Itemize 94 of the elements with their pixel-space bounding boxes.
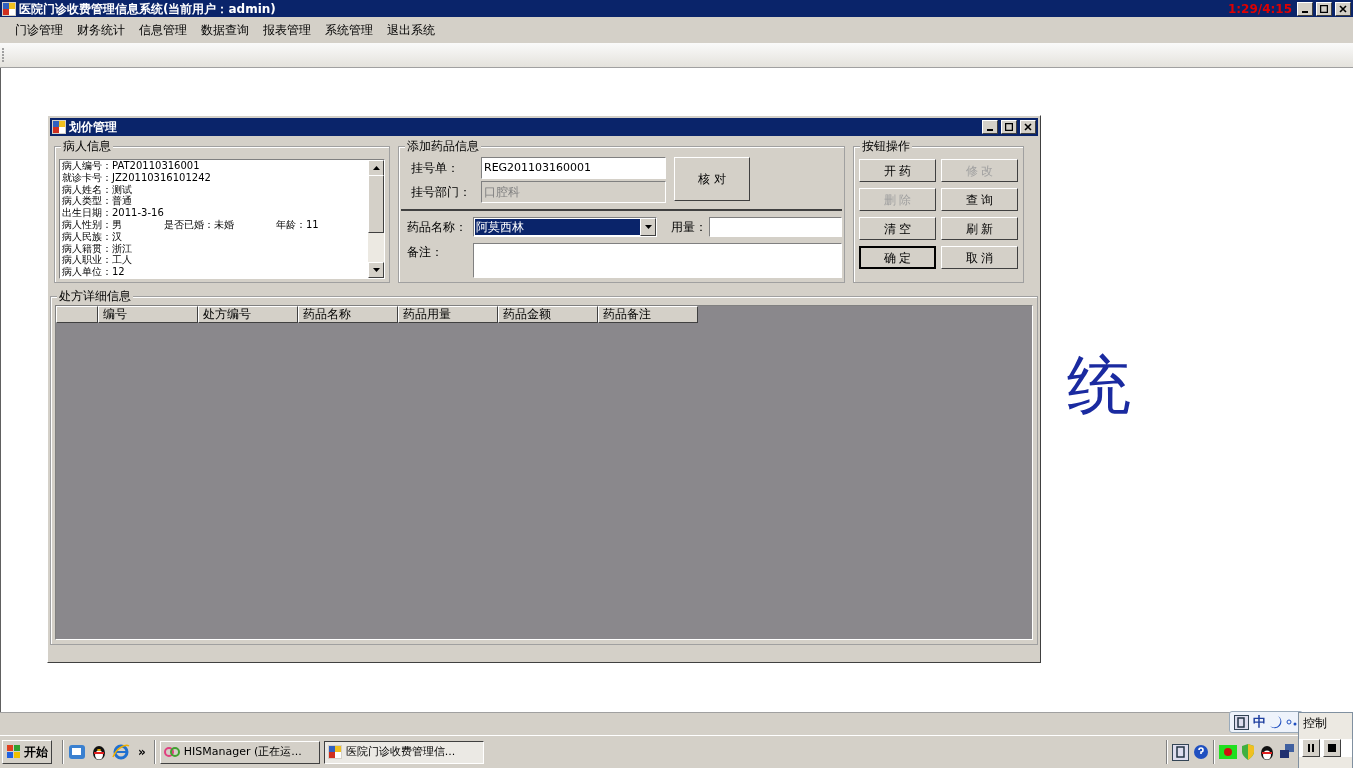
column-header[interactable]: 药品金额 bbox=[498, 306, 598, 323]
pause-icon bbox=[1307, 744, 1315, 752]
patient-info-textbox[interactable]: 病人编号：PAT20110316001 就诊卡号：JZ20110316101242 病人姓名：测试 病人类型：普通 出生日期：2011-3-16 病人性别：男 是否已婚：未婚 年龄：11 病人民族：汉 病人籍贯：浙江 病人职业：工人 病人单位：12 bbox=[59, 159, 385, 279]
background-logo-text: 统 bbox=[1067, 350, 1131, 420]
info-text: 病人姓名：测试 bbox=[62, 183, 132, 195]
info-text: 出生日期：2011-3-16 bbox=[62, 207, 164, 219]
infinity-icon bbox=[163, 746, 180, 758]
scroll-thumb[interactable] bbox=[368, 175, 384, 233]
dropdown-value: 阿莫西林 bbox=[475, 219, 640, 235]
info-text: 病人类型：普通 bbox=[62, 195, 132, 207]
group-legend: 处方详细信息 bbox=[57, 289, 133, 303]
child-window-title: 划价管理 bbox=[69, 120, 117, 134]
info-text: 是否已婚：未婚 bbox=[164, 219, 235, 231]
tray-app-icon[interactable] bbox=[1219, 745, 1237, 759]
maximize-icon bbox=[1320, 4, 1328, 13]
menu-item[interactable]: 信息管理 bbox=[132, 21, 194, 39]
network-icon[interactable] bbox=[1279, 744, 1295, 760]
menu-item[interactable]: 报表管理 bbox=[256, 21, 318, 39]
dropdown-arrow-icon bbox=[644, 225, 652, 229]
app-icon bbox=[52, 120, 66, 134]
ime-language[interactable]: 中 bbox=[1253, 712, 1266, 732]
stop-button[interactable] bbox=[1323, 739, 1341, 757]
taskbar-button[interactable]: 医院门诊收费管理信... bbox=[323, 740, 484, 764]
close-icon bbox=[1339, 4, 1347, 13]
minimize-button[interactable] bbox=[982, 120, 998, 134]
action-button[interactable]: 开 药 bbox=[859, 159, 936, 182]
column-header[interactable]: 药品名称 bbox=[298, 306, 398, 323]
menu-item[interactable]: 系统管理 bbox=[318, 21, 380, 39]
registration-field[interactable]: REG201103160001 bbox=[481, 157, 666, 179]
dosage-field[interactable] bbox=[709, 217, 842, 237]
clock-text: 1:29/4:15 bbox=[1227, 1, 1292, 16]
field-label: 备注： bbox=[407, 244, 444, 261]
down-arrow-icon bbox=[372, 268, 380, 272]
field-label: 挂号部门： bbox=[411, 184, 472, 201]
info-text: 病人民族：汉 bbox=[62, 230, 122, 243]
more-chevron[interactable]: » bbox=[134, 743, 150, 761]
penguin-icon[interactable] bbox=[90, 743, 108, 761]
column-header[interactable]: 处方编号 bbox=[198, 306, 298, 323]
info-text: 病人单位：12 bbox=[62, 266, 125, 278]
close-icon bbox=[1024, 123, 1032, 131]
minimize-icon bbox=[1302, 10, 1308, 13]
p-icon[interactable] bbox=[1234, 714, 1249, 730]
up-arrow-icon bbox=[372, 166, 380, 170]
maximize-icon bbox=[1005, 123, 1013, 131]
group-legend: 按钮操作 bbox=[860, 139, 912, 153]
info-text: 年龄：11 bbox=[276, 219, 319, 231]
group-legend: 添加药品信息 bbox=[405, 139, 481, 153]
field-label: 药品名称： bbox=[407, 219, 468, 236]
minimize-icon bbox=[987, 129, 993, 131]
action-button[interactable]: 刷 新 bbox=[941, 217, 1018, 240]
help-icon[interactable] bbox=[1193, 744, 1209, 760]
department-field: 口腔科 bbox=[481, 181, 666, 203]
desktop-icon[interactable] bbox=[68, 743, 86, 761]
action-button[interactable]: 查 询 bbox=[941, 188, 1018, 211]
verify-button[interactable]: 核 对 bbox=[674, 157, 750, 201]
app-icon bbox=[327, 745, 342, 759]
pause-button[interactable] bbox=[1302, 739, 1320, 757]
stop-icon bbox=[1328, 744, 1336, 752]
close-button[interactable] bbox=[1020, 120, 1036, 134]
note-field[interactable] bbox=[473, 243, 842, 278]
field-label: 挂号单： bbox=[411, 160, 460, 177]
action-button[interactable]: 取 消 bbox=[941, 246, 1018, 269]
menu-item[interactable]: 财务统计 bbox=[70, 21, 132, 39]
info-text: 病人编号：PAT20110316001 bbox=[62, 160, 200, 172]
window-title: 医院门诊收费管理信息系统(当前用户：admin) bbox=[19, 1, 276, 16]
drug-dropdown[interactable]: 阿莫西林 bbox=[473, 217, 657, 237]
field-label: 用量： bbox=[671, 219, 708, 236]
action-button[interactable]: 确 定 bbox=[859, 246, 936, 269]
column-header[interactable]: 编号 bbox=[98, 306, 198, 323]
info-text: 病人性别：男 bbox=[62, 219, 123, 231]
action-button[interactable]: 清 空 bbox=[859, 217, 936, 240]
group-legend: 病人信息 bbox=[61, 139, 113, 153]
p-icon[interactable] bbox=[1172, 743, 1189, 761]
menu-item[interactable]: 数据查询 bbox=[194, 21, 256, 39]
info-text: 病人职业：工人 bbox=[62, 254, 132, 267]
row-header-corner bbox=[56, 306, 98, 323]
info-text: 就诊卡号：JZ20110316101242 bbox=[62, 171, 211, 184]
maximize-button[interactable] bbox=[1001, 120, 1017, 134]
minimize-button[interactable] bbox=[1297, 1, 1313, 16]
menu-item[interactable]: 门诊管理 bbox=[8, 21, 70, 39]
menu-item[interactable]: 退出系统 bbox=[380, 21, 442, 39]
info-text: 病人籍贯：浙江 bbox=[62, 242, 132, 255]
column-header[interactable]: 药品备注 bbox=[598, 306, 698, 323]
close-button[interactable] bbox=[1335, 1, 1351, 16]
column-header[interactable]: 药品用量 bbox=[398, 306, 498, 323]
moon-icon[interactable] bbox=[1270, 715, 1282, 729]
punctuation-icon[interactable] bbox=[1286, 716, 1298, 728]
restore-button[interactable] bbox=[1316, 1, 1332, 16]
popup-title: 控制 bbox=[1302, 715, 1328, 732]
scrollbar[interactable] bbox=[368, 160, 384, 278]
penguin-icon[interactable] bbox=[1259, 743, 1275, 761]
windows-logo-icon bbox=[6, 744, 22, 760]
taskbar-button[interactable]: HISManager (正在运... bbox=[159, 740, 320, 764]
start-button[interactable]: 开始 bbox=[2, 740, 52, 764]
